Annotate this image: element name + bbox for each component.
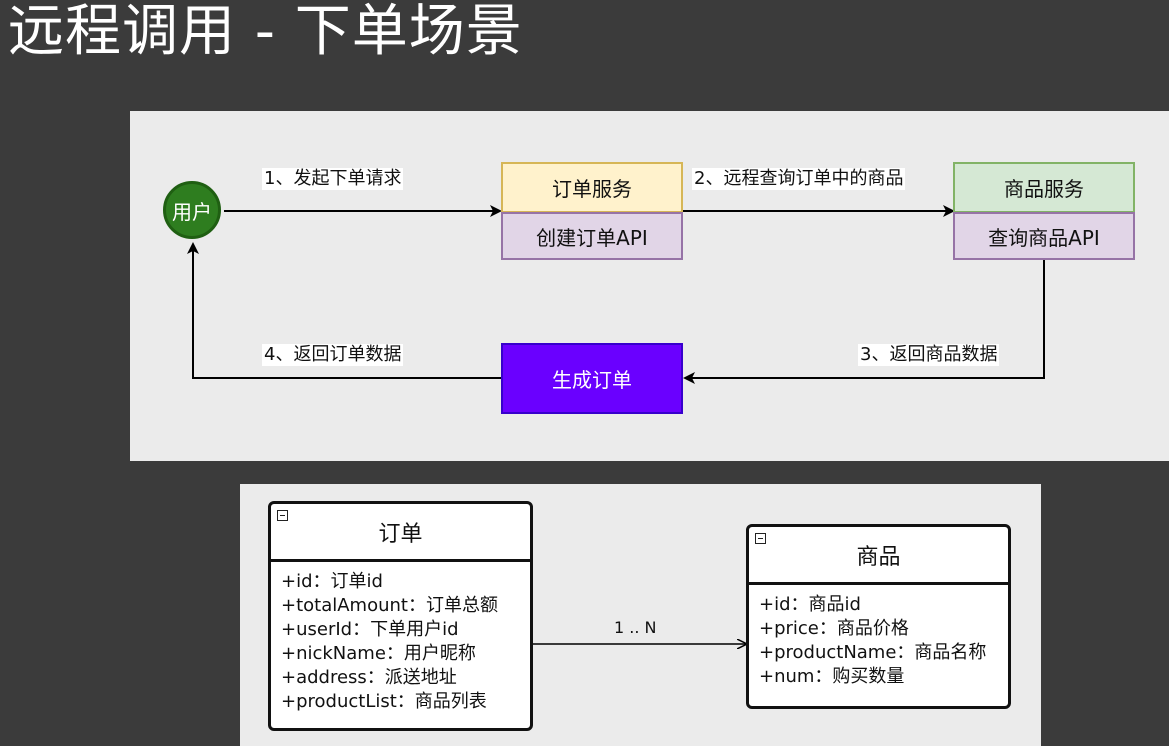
order-service-api: 创建订单API	[501, 212, 683, 260]
order-field-productlist: +productList：商品列表	[281, 691, 487, 712]
product-field-price: +price：商品价格	[759, 618, 909, 639]
order-class-fields: +id：订单id +totalAmount：订单总额 +userId：下单用户i…	[281, 570, 498, 714]
product-field-num: +num：购买数量	[759, 666, 905, 687]
product-field-id: +id：商品id	[759, 594, 861, 615]
product-class: 商品 +id：商品id +price：商品价格 +productName：商品名…	[746, 524, 1011, 709]
product-service-title: 商品服务	[953, 162, 1135, 213]
user-node: 用户	[163, 181, 221, 239]
edge-label-step1: 1、发起下单请求	[262, 168, 404, 190]
product-class-header: 商品	[749, 527, 1008, 585]
order-field-id: +id：订单id	[281, 571, 383, 592]
order-class-header: 订单	[271, 504, 530, 562]
association-label: 1 .. N	[614, 618, 657, 637]
order-field-userid: +userId：下单用户id	[281, 619, 459, 640]
product-class-fields: +id：商品id +price：商品价格 +productName：商品名称 +…	[759, 593, 986, 689]
order-field-nickname: +nickName：用户昵称	[281, 643, 476, 664]
order-class: 订单 +id：订单id +totalAmount：订单总额 +userId：下单…	[268, 501, 533, 731]
product-service-api: 查询商品API	[953, 212, 1135, 260]
generate-order-box: 生成订单	[501, 343, 683, 414]
order-class-name: 订单	[378, 521, 423, 547]
order-field-address: +address：派送地址	[281, 667, 457, 688]
order-field-totalamount: +totalAmount：订单总额	[281, 595, 498, 616]
edge-label-step2: 2、远程查询订单中的商品	[692, 168, 906, 190]
edge-label-step3: 3、返回商品数据	[858, 344, 1000, 366]
uml-diagram: 1 .. N 订单 +id：订单id +totalAmount：订单总额 +us…	[240, 484, 1041, 746]
slide-title: 远程调用 - 下单场景	[8, 0, 523, 64]
flow-diagram: 用户 订单服务 创建订单API 商品服务 查询商品API 生成订单 1、发起下单…	[130, 111, 1169, 461]
collapse-icon[interactable]	[755, 533, 766, 544]
collapse-icon[interactable]	[277, 510, 288, 521]
product-field-productname: +productName：商品名称	[759, 642, 987, 663]
edge-label-step4: 4、返回订单数据	[262, 344, 404, 366]
order-service-title: 订单服务	[501, 162, 683, 213]
product-class-name: 商品	[856, 544, 901, 570]
